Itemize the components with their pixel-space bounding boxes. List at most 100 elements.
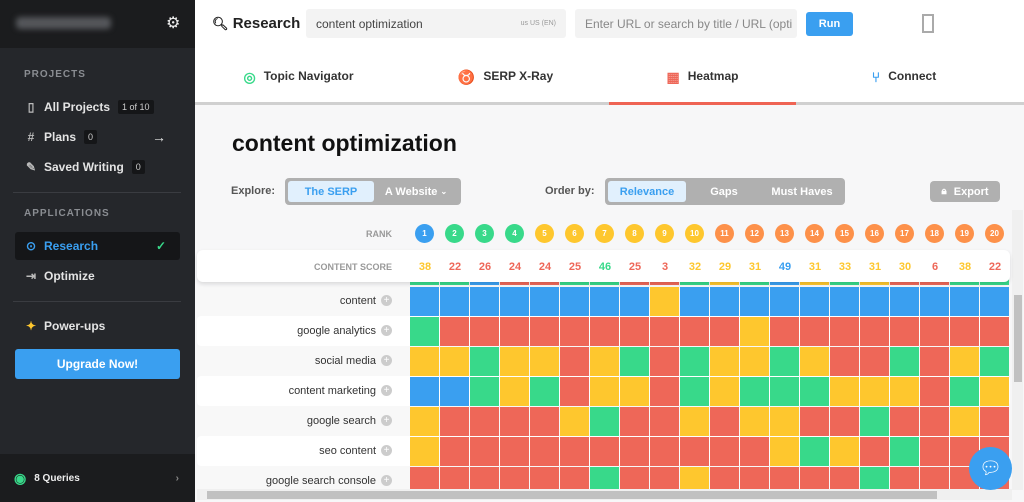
- heatmap-cell[interactable]: [560, 317, 589, 346]
- heatmap-cell[interactable]: [890, 437, 919, 466]
- heatmap-cell[interactable]: [920, 437, 949, 466]
- add-keyword-icon[interactable]: +: [381, 415, 392, 426]
- heatmap-cell[interactable]: [620, 317, 649, 346]
- heatmap-cell[interactable]: [470, 407, 499, 436]
- heatmap-cell[interactable]: [740, 467, 769, 491]
- order-gaps-option[interactable]: Gaps: [686, 181, 762, 202]
- sidebar-item-plans[interactable]: # Plans 0 →: [15, 123, 180, 151]
- heatmap-cell[interactable]: [680, 287, 709, 316]
- heatmap-cell[interactable]: [650, 377, 679, 406]
- heatmap-cell[interactable]: [590, 377, 619, 406]
- heatmap-cell[interactable]: [470, 437, 499, 466]
- heatmap-cell[interactable]: [470, 347, 499, 376]
- add-keyword-icon[interactable]: +: [381, 325, 392, 336]
- heatmap-cell[interactable]: [440, 287, 469, 316]
- heatmap-cell[interactable]: [830, 377, 859, 406]
- arrow-right-icon[interactable]: →: [152, 129, 166, 145]
- heatmap-cell[interactable]: [830, 287, 859, 316]
- heatmap-cell[interactable]: [410, 407, 439, 436]
- heatmap-cell[interactable]: [470, 287, 499, 316]
- heatmap-cell[interactable]: [440, 317, 469, 346]
- heatmap-cell[interactable]: [500, 377, 529, 406]
- rank-badge[interactable]: 10: [685, 224, 704, 243]
- heatmap-cell[interactable]: [530, 377, 559, 406]
- heatmap-cell[interactable]: [500, 407, 529, 436]
- sidebar-item-research[interactable]: ⊙ Research ✓: [15, 232, 180, 260]
- heatmap-cell[interactable]: [800, 317, 829, 346]
- heatmap-cell[interactable]: [680, 377, 709, 406]
- order-relevance-option[interactable]: Relevance: [608, 181, 686, 202]
- heatmap-cell[interactable]: [710, 407, 739, 436]
- heatmap-cell[interactable]: [860, 437, 889, 466]
- heatmap-cell[interactable]: [710, 437, 739, 466]
- heatmap-cell[interactable]: [920, 467, 949, 491]
- heatmap-cell[interactable]: [470, 377, 499, 406]
- rank-badge[interactable]: 5: [535, 224, 554, 243]
- heatmap-cell[interactable]: [860, 407, 889, 436]
- heatmap-cell[interactable]: [590, 287, 619, 316]
- rank-badge[interactable]: 16: [865, 224, 884, 243]
- heatmap-cell[interactable]: [560, 287, 589, 316]
- heatmap-cell[interactable]: [440, 347, 469, 376]
- heatmap-cell[interactable]: [710, 347, 739, 376]
- rank-badge[interactable]: 3: [475, 224, 494, 243]
- sidebar-item-saved-writing[interactable]: ✎ Saved Writing 0: [15, 153, 180, 181]
- rank-badge[interactable]: 9: [655, 224, 674, 243]
- sidebar-item-powerups[interactable]: ✦ Power-ups: [15, 312, 180, 340]
- heatmap-cell[interactable]: [890, 347, 919, 376]
- heatmap-cell[interactable]: [650, 467, 679, 491]
- add-keyword-icon[interactable]: +: [381, 445, 392, 456]
- heatmap-cell[interactable]: [680, 437, 709, 466]
- heatmap-cell[interactable]: [530, 287, 559, 316]
- rank-badge[interactable]: 4: [505, 224, 524, 243]
- heatmap-cell[interactable]: [770, 437, 799, 466]
- heatmap-cell[interactable]: [500, 347, 529, 376]
- heatmap-cell[interactable]: [530, 437, 559, 466]
- add-keyword-icon[interactable]: +: [381, 295, 392, 306]
- heatmap-cell[interactable]: [830, 407, 859, 436]
- tab-heatmap[interactable]: ▦ Heatmap: [609, 62, 796, 105]
- heatmap-cell[interactable]: [950, 347, 979, 376]
- heatmap-cell[interactable]: [800, 347, 829, 376]
- heatmap-cell[interactable]: [530, 467, 559, 491]
- heatmap-cell[interactable]: [740, 407, 769, 436]
- sidebar-item-all-projects[interactable]: ▯ All Projects 1 of 10: [15, 93, 180, 121]
- heatmap-cell[interactable]: [890, 317, 919, 346]
- heatmap-cell[interactable]: [800, 377, 829, 406]
- heatmap-cell[interactable]: [830, 317, 859, 346]
- heatmap-cell[interactable]: [980, 377, 1009, 406]
- tab-connect[interactable]: ⑂ Connect: [796, 62, 1012, 105]
- heatmap-cell[interactable]: [440, 437, 469, 466]
- query-input[interactable]: content optimization us US (EN): [306, 9, 566, 38]
- rank-badge[interactable]: 20: [985, 224, 1004, 243]
- rank-badge[interactable]: 2: [445, 224, 464, 243]
- heatmap-cell[interactable]: [950, 377, 979, 406]
- export-button[interactable]: 🔒︎ Export: [930, 181, 1000, 202]
- heatmap-cell[interactable]: [950, 407, 979, 436]
- heatmap-cell[interactable]: [830, 347, 859, 376]
- heatmap-cell[interactable]: [800, 407, 829, 436]
- rank-badge[interactable]: 15: [835, 224, 854, 243]
- rank-badge[interactable]: 12: [745, 224, 764, 243]
- rank-badge[interactable]: 19: [955, 224, 974, 243]
- heatmap-cell[interactable]: [980, 347, 1009, 376]
- heatmap-cell[interactable]: [680, 347, 709, 376]
- heatmap-cell[interactable]: [860, 347, 889, 376]
- heatmap-cell[interactable]: [500, 437, 529, 466]
- queries-footer[interactable]: ◉ 8 Queries ›: [0, 454, 195, 502]
- heatmap-cell[interactable]: [440, 377, 469, 406]
- heatmap-cell[interactable]: [620, 347, 649, 376]
- heatmap-cell[interactable]: [500, 317, 529, 346]
- heatmap-cell[interactable]: [590, 437, 619, 466]
- heatmap-cell[interactable]: [920, 347, 949, 376]
- heatmap-cell[interactable]: [740, 377, 769, 406]
- heatmap-cell[interactable]: [980, 317, 1009, 346]
- heatmap-cell[interactable]: [740, 347, 769, 376]
- heatmap-cell[interactable]: [650, 347, 679, 376]
- heatmap-cell[interactable]: [920, 377, 949, 406]
- heatmap-cell[interactable]: [620, 377, 649, 406]
- heatmap-cell[interactable]: [470, 467, 499, 491]
- account-name-blurred[interactable]: [16, 17, 111, 29]
- heatmap-cell[interactable]: [620, 437, 649, 466]
- explore-serp-option[interactable]: The SERP: [288, 181, 374, 202]
